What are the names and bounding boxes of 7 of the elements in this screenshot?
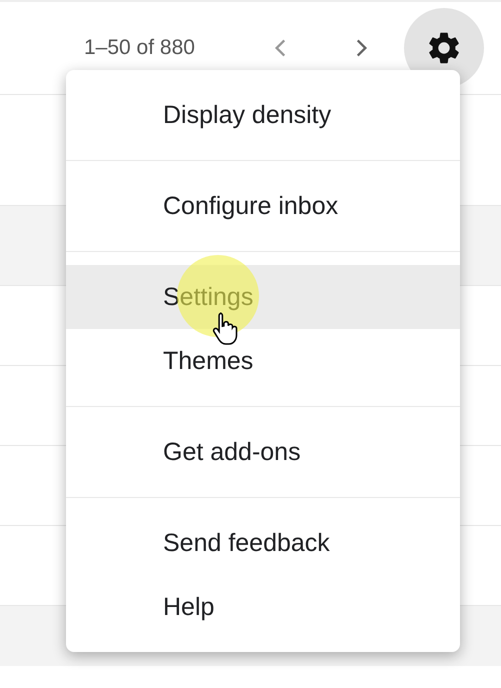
menu-item[interactable]: Get add-ons xyxy=(66,420,460,484)
page-range: 1–50 of 880 xyxy=(84,36,196,60)
menu-item[interactable]: Help xyxy=(66,575,460,639)
menu-item[interactable]: Themes xyxy=(66,329,460,393)
menu-item[interactable]: Configure inbox xyxy=(66,174,460,238)
menu-item[interactable]: Send feedback xyxy=(66,511,460,575)
menu-item[interactable]: Display density xyxy=(66,83,460,147)
